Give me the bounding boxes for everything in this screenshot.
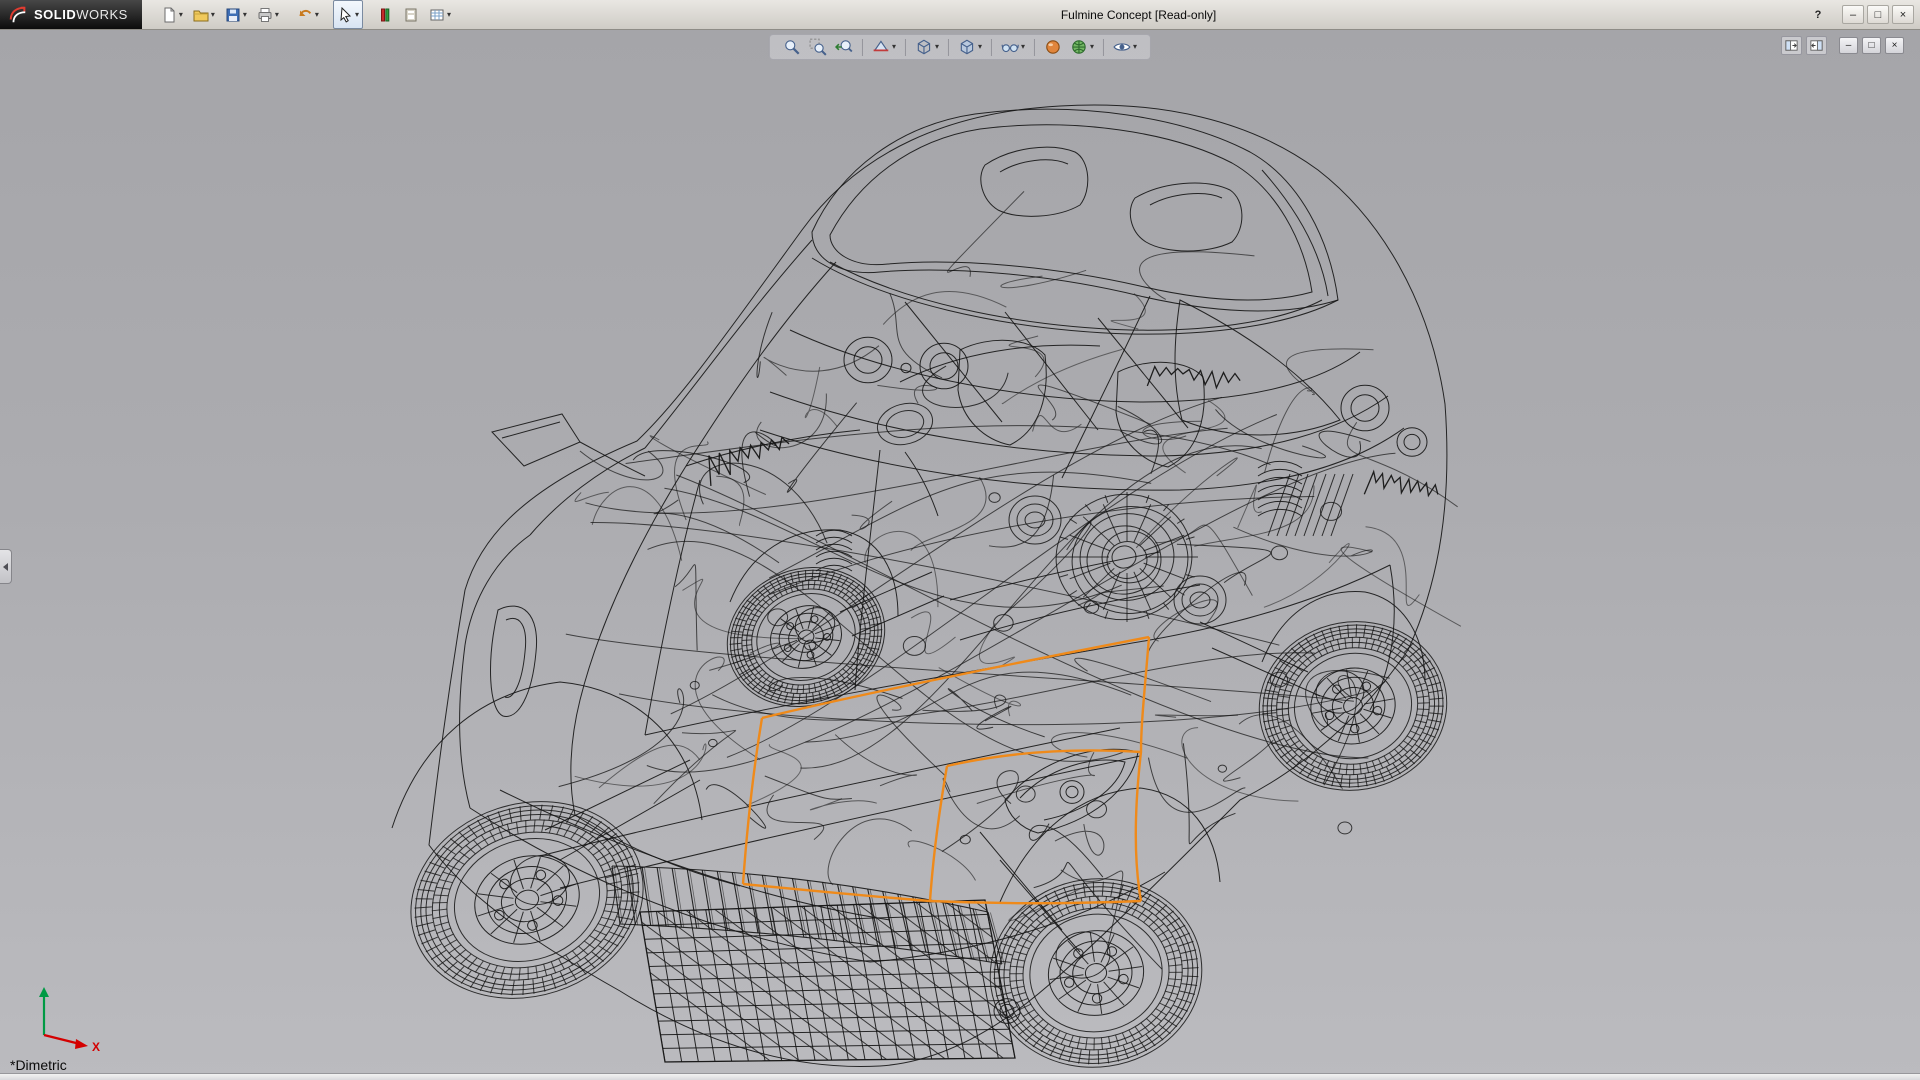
zoom-to-area-button[interactable] [808, 37, 828, 57]
dropdown-caret-icon[interactable]: ▾ [1133, 43, 1137, 51]
new-document-button[interactable]: ▾ [157, 0, 187, 29]
dropdown-caret-icon[interactable]: ▾ [211, 11, 215, 19]
toggle-display-pane-button[interactable] [1806, 36, 1827, 55]
toolbar-separator [991, 39, 992, 56]
triad-x-axis [44, 1035, 80, 1044]
view-settings-button[interactable]: ▾ [1112, 37, 1138, 57]
pane-toggle-left-icon [1784, 38, 1799, 53]
selection-filter-icon [377, 7, 393, 23]
document-close-button[interactable]: × [1885, 37, 1904, 54]
status-bar-edge [0, 1073, 1920, 1080]
section-view-icon [872, 38, 890, 56]
open-document-button[interactable]: ▾ [189, 0, 219, 29]
previous-view-icon [835, 38, 853, 56]
toolbar-separator [948, 39, 949, 56]
window-title: Fulmine Concept [Read-only] [1061, 8, 1216, 22]
graphics-viewport[interactable]: ▾ ▾ ▾ ▾ ▾ ▾ –□× X *Dimetric [0, 29, 1920, 1080]
triad-x-label: X [92, 1040, 100, 1054]
print-button[interactable]: ▾ [253, 0, 283, 29]
document-window-controls: –□× [1781, 36, 1904, 55]
car-wireframe-model [385, 105, 1461, 1080]
toggle-feature-pane-button[interactable] [1781, 36, 1802, 55]
dropdown-caret-icon[interactable]: ▾ [355, 11, 359, 19]
main-toolbar: ▾ ▾ ▾ ▾ ▾ ▾ ▾ [156, 0, 456, 29]
dropdown-caret-icon[interactable]: ▾ [892, 43, 896, 51]
dropdown-caret-icon[interactable]: ▾ [1021, 43, 1025, 51]
section-view-button[interactable]: ▾ [871, 37, 897, 57]
edit-appearance-icon [1044, 38, 1062, 56]
wheel [708, 546, 905, 729]
solidworks-window: SOLIDWORKS ▾ ▾ ▾ ▾ ▾ ▾ ▾ Fulmine Concept [Read… [0, 0, 1920, 1080]
toolbar-separator [1034, 39, 1035, 56]
close-button[interactable]: × [1892, 5, 1914, 24]
undo-icon [297, 7, 313, 23]
dropdown-caret-icon[interactable]: ▾ [275, 11, 279, 19]
heads-up-view-toolbar: ▾ ▾ ▾ ▾ ▾ ▾ [769, 34, 1151, 60]
open-folder-icon [193, 7, 209, 23]
dropdown-caret-icon[interactable]: ▾ [447, 11, 451, 19]
edit-appearance-button[interactable] [1043, 37, 1063, 57]
toolbar-separator [1103, 39, 1104, 56]
document-restore-button[interactable]: □ [1862, 37, 1881, 54]
dropdown-caret-icon[interactable]: ▾ [978, 43, 982, 51]
apply-scene-button[interactable]: ▾ [1069, 37, 1095, 57]
dropdown-caret-icon[interactable]: ▾ [935, 43, 939, 51]
document-minimize-button[interactable]: – [1839, 37, 1858, 54]
display-style-button[interactable]: ▾ [957, 37, 983, 57]
save-button[interactable]: ▾ [221, 0, 251, 29]
titlebar: SOLIDWORKS ▾ ▾ ▾ ▾ ▾ ▾ ▾ Fulmine Concept [Read… [0, 0, 1920, 30]
wheel [1246, 607, 1460, 805]
print-icon [257, 7, 273, 23]
view-settings-icon [1113, 38, 1131, 56]
model-render[interactable] [0, 29, 1920, 1080]
options-clipboard-button[interactable] [399, 0, 423, 29]
solidworks-logo: SOLIDWORKS [0, 0, 142, 29]
minimize-button[interactable]: – [1842, 5, 1864, 24]
wheel [385, 772, 669, 1028]
brand-name: SOLIDWORKS [34, 7, 128, 22]
dropdown-caret-icon[interactable]: ▾ [243, 11, 247, 19]
zoom-area-icon [809, 38, 827, 56]
clipboard-icon [403, 7, 419, 23]
window-controls: ? –□× [1807, 0, 1914, 29]
help-button[interactable]: ? [1807, 5, 1829, 24]
dropdown-caret-icon[interactable]: ▾ [1090, 43, 1094, 51]
triad-x-arrowhead [75, 1039, 88, 1049]
collapse-arrow-icon [3, 563, 8, 571]
grid-icon [429, 7, 445, 23]
zoom-to-fit-button[interactable] [782, 37, 802, 57]
orientation-triad: X [26, 985, 118, 1057]
solidworks-logo-icon [8, 5, 28, 25]
maximize-button[interactable]: □ [1867, 5, 1889, 24]
toolbar-separator [862, 39, 863, 56]
featuremanager-collapsed-tab[interactable] [0, 549, 12, 584]
view-orientation-button[interactable]: ▾ [914, 37, 940, 57]
dropdown-caret-icon[interactable]: ▾ [315, 11, 319, 19]
zoom-fit-icon [783, 38, 801, 56]
undo-button[interactable]: ▾ [293, 0, 323, 29]
pane-toggle-right-icon [1809, 38, 1824, 53]
view-orientation-label: *Dimetric [10, 1057, 67, 1073]
triad-y-arrowhead [39, 987, 49, 997]
apply-scene-icon [1070, 38, 1088, 56]
hide-show-items-button[interactable]: ▾ [1000, 37, 1026, 57]
select-cursor-icon [337, 7, 353, 23]
sheet-grid-button[interactable]: ▾ [425, 0, 455, 29]
previous-view-button[interactable] [834, 37, 854, 57]
save-icon [225, 7, 241, 23]
toolbar-separator [905, 39, 906, 56]
new-document-icon [161, 7, 177, 23]
view-orientation-icon [915, 38, 933, 56]
dropdown-caret-icon[interactable]: ▾ [179, 11, 183, 19]
hide-show-icon [1001, 38, 1019, 56]
select-button[interactable]: ▾ [333, 0, 363, 29]
selection-filter-button[interactable] [373, 0, 397, 29]
display-style-icon [958, 38, 976, 56]
